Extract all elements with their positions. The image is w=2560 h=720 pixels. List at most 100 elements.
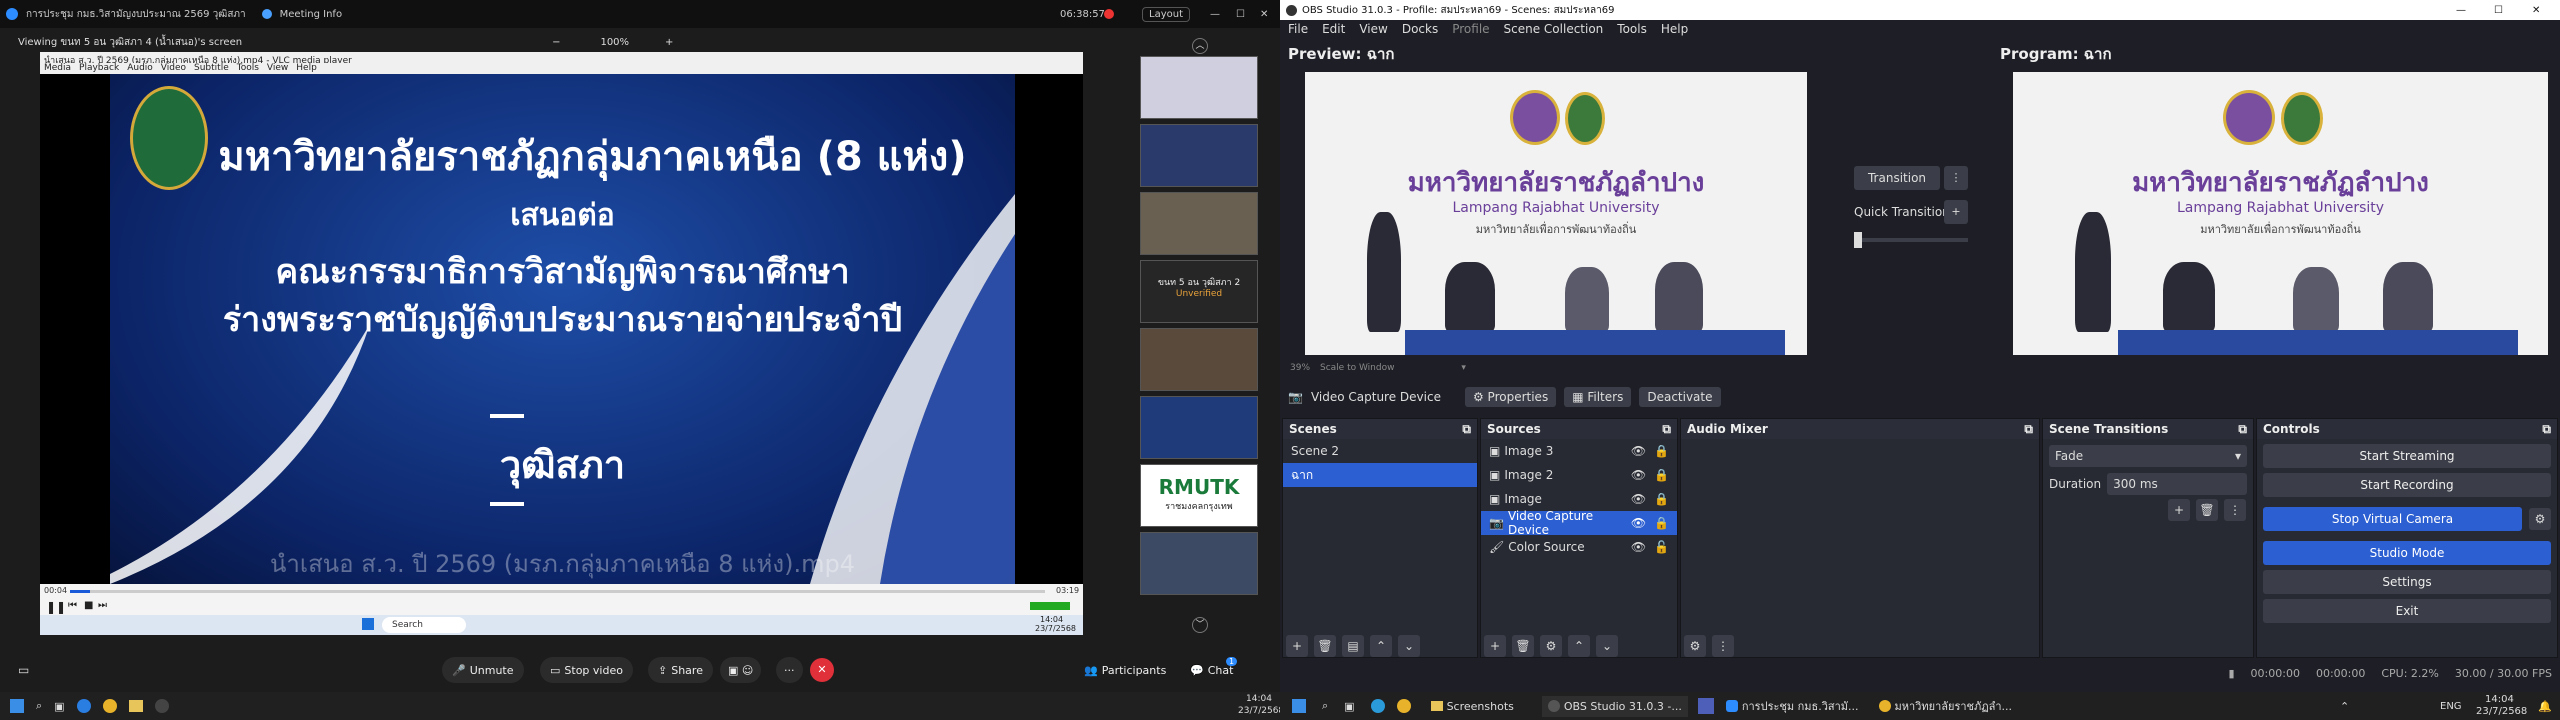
filter-icon[interactable]: ▤ — [1342, 635, 1364, 657]
move-up-icon[interactable]: ⌃ — [1370, 635, 1392, 657]
transition-button[interactable]: Transition — [1854, 166, 1940, 190]
eye-icon[interactable]: 👁 — [1631, 444, 1646, 458]
undock-icon[interactable]: ⧉ — [2542, 422, 2551, 437]
windows-start-icon[interactable] — [1292, 699, 1306, 713]
edge-icon[interactable] — [1370, 699, 1385, 713]
menu-profile[interactable]: Profile — [1452, 22, 1489, 36]
exit-button[interactable]: Exit — [2263, 599, 2551, 623]
start-streaming-button[interactable]: Start Streaming — [2263, 444, 2551, 468]
menu-edit[interactable]: Edit — [1322, 22, 1345, 36]
settings-button[interactable]: Settings — [2263, 570, 2551, 594]
stop-virtual-camera-button[interactable]: Stop Virtual Camera — [2263, 507, 2522, 531]
windows-start-icon[interactable] — [10, 699, 24, 713]
vlc-menu-item[interactable]: Help — [296, 63, 317, 73]
gallery-up-icon[interactable]: ︿ — [1192, 38, 1208, 54]
notification-icon[interactable]: 🔔 — [2538, 700, 2552, 713]
add-icon[interactable]: + — [1286, 635, 1308, 657]
captions-icon[interactable]: ▭ — [18, 663, 29, 677]
zoom-level[interactable]: 100% — [600, 37, 629, 48]
transition-menu-icon[interactable]: ⋮ — [1944, 166, 1968, 190]
vlc-menu-item[interactable]: Tools — [237, 63, 259, 73]
participant-tile[interactable] — [1140, 124, 1258, 187]
chrome-icon[interactable] — [1396, 699, 1411, 713]
vlc-menu-item[interactable]: Video — [161, 63, 186, 73]
lock-icon[interactable]: 🔒 — [1654, 492, 1669, 506]
vlc-menu-item[interactable]: Audio — [127, 63, 153, 73]
menu-help[interactable]: Help — [1661, 22, 1688, 36]
trash-icon[interactable]: 🗑 — [1512, 635, 1534, 657]
eye-icon[interactable]: 👁 — [1631, 540, 1646, 554]
search-icon[interactable]: ⌕ — [36, 699, 42, 713]
layout-button[interactable]: Layout — [1142, 6, 1190, 22]
end-call-button[interactable]: ✕ — [810, 658, 834, 682]
stop-video-button[interactable]: ▭ Stop video — [540, 657, 633, 683]
undock-icon[interactable]: ⧉ — [2238, 422, 2247, 437]
app-icon[interactable] — [76, 699, 91, 713]
info-icon[interactable] — [261, 9, 272, 19]
move-down-icon[interactable]: ⌄ — [1398, 635, 1420, 657]
scale-mode-select[interactable]: Scale to Window ▾ — [1320, 363, 1466, 373]
participant-tile[interactable] — [1140, 532, 1258, 595]
vlc-menu-item[interactable]: View — [267, 63, 288, 73]
gear-icon[interactable]: ⚙ — [1540, 635, 1562, 657]
unmute-button[interactable]: 🎤 Unmute — [442, 657, 524, 683]
gear-icon[interactable]: ⚙ — [2529, 508, 2551, 530]
undock-icon[interactable]: ⧉ — [1662, 422, 1671, 437]
more-button[interactable]: ··· — [776, 657, 803, 683]
participant-tile[interactable] — [1140, 192, 1258, 255]
tbar-handle[interactable] — [1854, 232, 1862, 248]
participant-tile[interactable] — [1140, 56, 1258, 119]
record-icon[interactable] — [1104, 9, 1114, 19]
add-icon[interactable]: + — [2168, 499, 2190, 521]
vlc-seekbar[interactable] — [70, 590, 1045, 593]
inner-search[interactable]: Search — [382, 617, 466, 633]
pause-icon[interactable]: ❚❚ — [46, 600, 66, 614]
participant-tile[interactable] — [1140, 328, 1258, 391]
close-icon[interactable]: ✕ — [2532, 5, 2540, 16]
next-icon[interactable]: ⏭ — [98, 600, 107, 611]
trash-icon[interactable]: 🗑 — [2196, 499, 2218, 521]
undock-icon[interactable]: ⧉ — [1462, 422, 1471, 437]
mixer-menu-icon[interactable]: ⋮ — [1712, 635, 1734, 657]
source-item[interactable]: ▣ Image 👁 🔒 — [1481, 487, 1677, 511]
scene-item[interactable]: Scene 2 — [1283, 439, 1477, 463]
move-up-icon[interactable]: ⌃ — [1568, 635, 1590, 657]
menu-docks[interactable]: Docks — [1402, 22, 1438, 36]
filters-button[interactable]: ▦ Filters — [1564, 387, 1632, 407]
meeting-info-link[interactable]: Meeting Info — [280, 9, 342, 20]
eye-icon[interactable]: 👁 — [1631, 468, 1646, 482]
studio-mode-button[interactable]: Studio Mode — [2263, 541, 2551, 565]
close-icon[interactable]: ✕ — [1260, 9, 1268, 20]
lock-icon[interactable]: 🔒 — [1654, 468, 1669, 482]
obs-icon[interactable] — [154, 699, 169, 713]
zoom-out-icon[interactable]: − — [552, 37, 560, 48]
eye-icon[interactable]: 👁 — [1631, 492, 1646, 506]
menu-icon[interactable]: ⋮ — [2224, 499, 2246, 521]
source-item[interactable]: 📷 Video Capture Device 👁 🔒 — [1481, 509, 1677, 537]
start-recording-button[interactable]: Start Recording — [2263, 473, 2551, 497]
prev-icon[interactable]: ⏮ — [68, 600, 77, 611]
minimize-icon[interactable]: — — [1210, 9, 1220, 20]
add-quick-transition-icon[interactable]: + — [1944, 200, 1968, 224]
gallery-down-icon[interactable]: ﹀ — [1192, 617, 1208, 633]
vlc-menu-item[interactable]: Subtitle — [194, 63, 229, 73]
participant-tile[interactable]: ขนท 5 อน วุฒิสภา 2 Unverified — [1140, 260, 1258, 323]
undock-icon[interactable]: ⧉ — [2024, 422, 2033, 437]
unlock-icon[interactable]: 🔓 — [1654, 540, 1669, 554]
menu-scene-collection[interactable]: Scene Collection — [1504, 22, 1604, 36]
search-icon[interactable]: ⌕ — [1322, 699, 1328, 713]
add-icon[interactable]: + — [1484, 635, 1506, 657]
vlc-menu-item[interactable]: Media — [44, 63, 71, 73]
share-button[interactable]: ⇪ Share — [648, 657, 713, 683]
taskbar-chrome[interactable]: มหาวิทยาลัยราชภัฏลำ... — [1878, 697, 2012, 715]
taskbar-screenshots[interactable]: Screenshots — [1430, 700, 1514, 713]
taskbar-app[interactable] — [1697, 698, 1714, 714]
lock-icon[interactable]: 🔒 — [1654, 516, 1669, 530]
move-down-icon[interactable]: ⌄ — [1596, 635, 1618, 657]
trash-icon[interactable]: 🗑 — [1314, 635, 1336, 657]
taskview-icon[interactable]: ▣ — [1344, 700, 1354, 713]
tray-chevron-icon[interactable]: ⌃ — [2340, 700, 2349, 713]
taskbar-zoom[interactable]: การประชุม กมธ.วิสามั... — [1725, 697, 1859, 715]
menu-file[interactable]: File — [1288, 22, 1308, 36]
tray-lang[interactable]: ENG — [2440, 701, 2462, 712]
